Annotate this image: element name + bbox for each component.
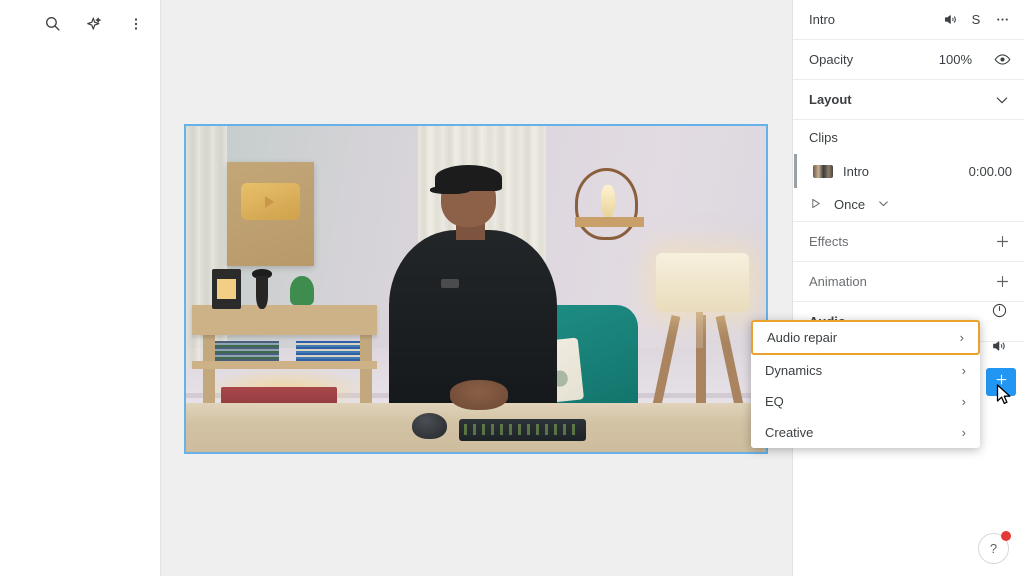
menu-item-label: Audio repair	[767, 330, 838, 345]
search-icon	[44, 15, 61, 37]
video-small-plant	[290, 275, 314, 306]
chevron-right-icon: ›	[959, 330, 964, 345]
video-floor-lamp	[655, 253, 749, 312]
play-triangle-icon	[264, 196, 274, 209]
menu-item-audio-repair[interactable]: Audio repair ›	[751, 320, 980, 355]
video-wall-shelf-board	[574, 217, 645, 228]
video-person-hands	[449, 380, 508, 410]
properties-panel: Intro S Opacity 100% Layout Clips Intro …	[792, 0, 1024, 576]
video-books-right	[296, 341, 360, 361]
clip-duration: 0:00.00	[968, 163, 1012, 179]
canvas-area[interactable]	[161, 0, 792, 576]
audio-effects-context-menu: Audio repair › Dynamics › EQ › Creative …	[751, 320, 980, 448]
solo-button[interactable]: S	[966, 10, 986, 30]
video-console-table	[191, 305, 378, 335]
clock-icon[interactable]	[991, 302, 1008, 324]
audio-effect-icon	[994, 372, 1009, 392]
clip-name: Intro	[843, 163, 870, 179]
help-button[interactable]: ?	[978, 531, 1011, 564]
panel-row-animation[interactable]: Animation	[793, 262, 1024, 302]
audio-effect-button[interactable]	[986, 368, 1016, 396]
panel-row-effects[interactable]: Effects	[793, 222, 1024, 262]
clip-thumbnail-icon	[813, 164, 833, 178]
left-sidebar	[0, 0, 161, 576]
chevron-right-icon: ›	[961, 394, 966, 409]
video-award-plaque	[226, 161, 314, 267]
video-mouse-device	[412, 412, 447, 439]
opacity-value[interactable]: 100%	[939, 52, 972, 67]
chevron-down-icon[interactable]	[992, 90, 1012, 110]
loop-mode-label: Once	[834, 197, 866, 212]
animation-label: Animation	[809, 274, 867, 289]
panel-row-opacity[interactable]: Opacity 100%	[793, 40, 1024, 80]
video-person-cap-brim	[429, 185, 471, 195]
notification-badge	[1001, 531, 1011, 541]
menu-item-label: Dynamics	[765, 363, 823, 378]
clips-section-title: Clips	[793, 120, 1024, 154]
video-lantern-glow	[216, 279, 237, 299]
eye-icon[interactable]	[992, 50, 1012, 70]
video-lamp-pole	[696, 308, 704, 348]
more-vertical-icon	[128, 16, 144, 37]
video-keyboard-device	[458, 419, 587, 441]
chevron-right-icon: ›	[961, 363, 966, 378]
opacity-label: Opacity	[809, 52, 854, 67]
video-shirt-logo	[441, 279, 459, 288]
panel-row-layout[interactable]: Layout	[793, 80, 1024, 120]
search-button[interactable]	[38, 12, 66, 40]
layout-label: Layout	[809, 92, 852, 107]
video-preview-clip[interactable]	[184, 124, 768, 454]
chevron-right-icon: ›	[961, 425, 966, 440]
plus-icon[interactable]	[992, 272, 1012, 292]
chevron-down-icon[interactable]	[877, 197, 890, 213]
plus-icon[interactable]	[992, 232, 1012, 252]
menu-item-label: EQ	[765, 394, 784, 409]
clips-label: Clips	[809, 129, 838, 145]
menu-item-creative[interactable]: Creative ›	[751, 417, 980, 448]
magic-sparkle-icon	[85, 15, 103, 38]
speaker-icon[interactable]	[940, 10, 960, 30]
app-root: Intro S Opacity 100% Layout Clips Intro …	[0, 0, 1024, 576]
more-horizontal-icon[interactable]	[992, 10, 1012, 30]
video-shelf-middle	[191, 360, 378, 369]
panel-title: Intro	[809, 12, 836, 27]
more-options-button[interactable]	[122, 12, 150, 40]
clip-list-item[interactable]: Intro 0:00.00	[794, 154, 1024, 188]
panel-header-intro[interactable]: Intro S	[793, 0, 1024, 40]
left-toolbar	[0, 0, 160, 40]
video-vase	[255, 275, 269, 309]
enhance-button[interactable]	[80, 12, 108, 40]
menu-item-eq[interactable]: EQ ›	[751, 386, 980, 417]
video-books-left	[215, 341, 279, 361]
menu-item-label: Creative	[765, 425, 814, 440]
video-wall-bulb	[600, 184, 615, 218]
clip-loop-control[interactable]: Once	[793, 188, 1024, 222]
speaker-icon[interactable]	[991, 338, 1007, 359]
effects-label: Effects	[809, 234, 849, 249]
help-question-icon: ?	[989, 541, 998, 556]
play-icon[interactable]	[809, 197, 822, 213]
menu-item-dynamics[interactable]: Dynamics ›	[751, 355, 980, 386]
video-keyboard-keys	[463, 424, 582, 435]
